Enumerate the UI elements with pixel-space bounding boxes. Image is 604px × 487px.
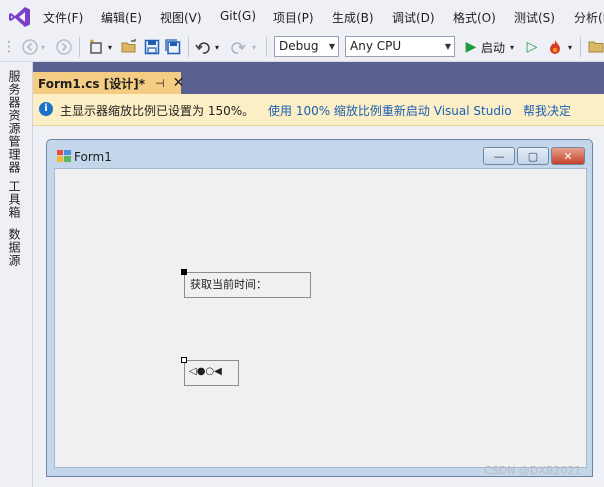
open-folder-icon[interactable]	[121, 38, 139, 56]
solution-configuration-select[interactable]: Debug ▼	[274, 36, 339, 57]
time-display-label[interactable]: ◁●○◀	[184, 360, 239, 386]
undo-dropdown-icon[interactable]: ▾	[213, 38, 221, 56]
close-window-button[interactable]: ✕	[551, 147, 585, 165]
info-icon: i	[39, 102, 53, 116]
solution-platform-select[interactable]: Any CPU ▼	[345, 36, 455, 57]
start-button-label[interactable]: 启动	[481, 39, 505, 56]
new-project-dropdown-icon[interactable]: ▾	[106, 38, 114, 56]
forward-icon[interactable]	[55, 38, 73, 56]
server-explorer-tab[interactable]: 服务器资源管理器	[6, 70, 23, 174]
menu-file[interactable]: 文件(F)	[43, 9, 83, 26]
redo-icon[interactable]	[229, 38, 247, 56]
restart-at-100-link[interactable]: 使用 100% 缩放比例重新启动 Visual Studio	[268, 102, 512, 119]
chevron-down-icon: ▼	[444, 42, 451, 51]
maximize-icon: ▢	[527, 149, 539, 163]
menu-format[interactable]: 格式(O)	[453, 9, 496, 26]
watermark: CSDN @DXB2021	[484, 464, 582, 477]
get-current-time-label[interactable]: 获取当前时间：	[184, 272, 311, 298]
redo-dropdown-icon[interactable]: ▾	[250, 38, 258, 56]
undo-icon[interactable]	[194, 38, 212, 56]
folder-icon[interactable]	[587, 38, 604, 56]
hot-reload-icon[interactable]	[546, 38, 564, 56]
save-all-icon[interactable]	[164, 38, 182, 56]
toolbar-separator	[79, 37, 80, 57]
chevron-down-icon: ▼	[328, 42, 335, 51]
menu-git[interactable]: Git(G)	[220, 9, 256, 23]
menu-analyze[interactable]: 分析(N)	[574, 9, 604, 26]
start-dropdown-icon[interactable]: ▾	[508, 38, 516, 56]
hot-reload-dropdown-icon[interactable]: ▾	[566, 38, 574, 56]
data-sources-tab[interactable]: 数据源	[6, 228, 23, 267]
toolbar-separator	[266, 37, 267, 57]
menu-test[interactable]: 测试(S)	[514, 9, 555, 26]
menu-edit[interactable]: 编辑(E)	[101, 9, 142, 26]
selection-handle-icon[interactable]	[181, 357, 187, 363]
tab-form1-designer[interactable]: Form1.cs [设计]* ⊣ ✕	[33, 72, 184, 94]
solution-configuration-value: Debug	[279, 39, 319, 53]
menu-project[interactable]: 项目(P)	[273, 9, 314, 26]
selection-handle-icon[interactable]	[181, 269, 187, 275]
close-tab-icon[interactable]: ✕	[173, 75, 185, 91]
visual-studio-logo-icon[interactable]	[8, 5, 32, 29]
maximize-button[interactable]: ▢	[517, 147, 549, 165]
start-play-icon[interactable]: ▶	[462, 38, 480, 56]
form-title: Form1	[74, 150, 112, 164]
toolbox-tab[interactable]: 工具箱	[6, 180, 23, 219]
menu-build[interactable]: 生成(B)	[332, 9, 374, 26]
toolbar-grip-icon[interactable]: ⋮	[2, 38, 16, 56]
menu-view[interactable]: 视图(V)	[160, 9, 202, 26]
new-project-icon[interactable]	[87, 38, 105, 56]
menu-debug[interactable]: 调试(D)	[392, 9, 435, 26]
solution-platform-value: Any CPU	[350, 39, 402, 53]
pin-icon[interactable]: ⊣	[155, 77, 165, 90]
form-window-icon	[57, 150, 71, 162]
minimize-icon: —	[493, 149, 505, 163]
start-without-debugging-icon[interactable]: ▷	[523, 38, 541, 56]
toolbar-separator	[580, 37, 581, 57]
back-icon[interactable]	[21, 38, 39, 56]
tab-title: Form1.cs [设计]*	[38, 76, 145, 91]
close-icon: ✕	[563, 149, 573, 163]
form-client-area[interactable]	[54, 168, 587, 468]
back-dropdown-icon[interactable]: ▾	[39, 38, 47, 56]
info-message: 主显示器缩放比例已设置为 150%。	[60, 104, 255, 118]
minimize-button[interactable]: —	[483, 147, 515, 165]
help-me-decide-link[interactable]: 帮我决定	[523, 102, 571, 119]
save-icon[interactable]	[143, 38, 161, 56]
toolbar-separator	[188, 37, 189, 57]
